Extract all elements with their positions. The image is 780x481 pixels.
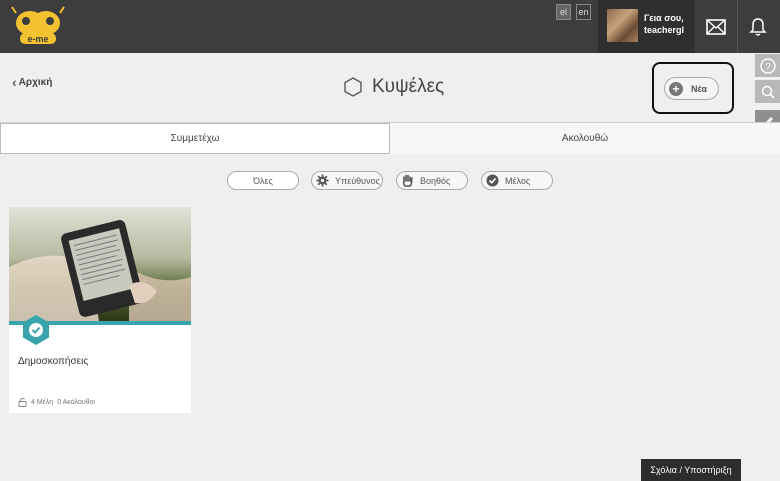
mail-icon (706, 18, 726, 35)
tab-following[interactable]: Ακολουθώ (390, 123, 780, 154)
page-title-group: Κυψέλες (342, 76, 444, 98)
hand-icon (401, 174, 414, 187)
filter-label: Υπεύθυνος (335, 175, 380, 186)
feedback-label: Σχόλια / Υποστήριξη (650, 465, 732, 475)
filter-label: Βοηθός (420, 175, 451, 186)
filter-all[interactable]: Όλες (227, 171, 299, 190)
tab-bar: Συμμετέχω Ακολουθώ (0, 122, 780, 154)
gear-icon (316, 174, 329, 187)
tab-label: Ακολουθώ (561, 133, 609, 144)
notifications-button[interactable] (737, 0, 777, 53)
user-greeting: Γεια σου, teachergl (644, 12, 684, 36)
hive-meta: 4 Μέλη 0 Ακόλουθοι (18, 397, 95, 407)
filter-responsible[interactable]: Υπεύθυνος (311, 171, 383, 190)
new-hive-button[interactable]: + Νέα (664, 77, 719, 100)
hive-title[interactable]: Δημοσκοπήσεις (18, 356, 88, 367)
followers-count: 0 Ακόλουθοι (57, 398, 95, 406)
greeting-line: Γεια σου, (644, 13, 684, 23)
filter-member[interactable]: Μέλος (481, 171, 553, 190)
user-menu[interactable]: Γεια σου, teachergl (598, 0, 695, 53)
member-badge (21, 314, 51, 346)
filter-label: Μέλος (505, 175, 531, 186)
new-button-label: Νέα (691, 83, 708, 94)
messages-button[interactable] (696, 0, 736, 53)
hive-card[interactable]: Δημοσκοπήσεις 4 Μέλη 0 Ακόλουθοι (9, 207, 191, 413)
verified-hexagon-icon (23, 315, 49, 345)
search-button[interactable] (755, 80, 780, 104)
plus-icon: + (669, 81, 683, 96)
tab-participating[interactable]: Συμμετέχω (0, 123, 390, 154)
hive-cover-image (9, 207, 191, 321)
search-icon (761, 85, 775, 99)
filter-label: Όλες (253, 175, 273, 186)
help-icon: ? (759, 57, 776, 74)
chevron-left-icon: ‹ (12, 74, 17, 90)
help-button[interactable]: ? (755, 54, 780, 78)
username: teachergl (644, 25, 685, 35)
svg-text:?: ? (765, 62, 771, 73)
lang-en-button[interactable]: en (576, 4, 591, 20)
tab-label: Συμμετέχω (170, 133, 220, 144)
back-label: Αρχική (18, 76, 53, 88)
lang-el-button[interactable]: el (556, 4, 571, 20)
filter-assistant[interactable]: Βοηθός (396, 171, 468, 190)
hexagon-icon (344, 77, 362, 97)
bell-icon (748, 17, 767, 36)
page-title: Κυψέλες (372, 76, 445, 97)
eme-logo[interactable]: e-me (8, 5, 74, 47)
members-count: 4 Μέλη (31, 398, 54, 406)
check-circle-icon (486, 174, 499, 187)
lock-open-icon (18, 397, 27, 407)
avatar (607, 9, 638, 42)
back-link[interactable]: ‹ Αρχική (12, 74, 52, 90)
feedback-button[interactable]: Σχόλια / Υποστήριξη (641, 459, 741, 481)
top-bar: e-me el en Γεια σου, teachergl (0, 0, 780, 53)
svg-text:e-me: e-me (27, 34, 48, 44)
